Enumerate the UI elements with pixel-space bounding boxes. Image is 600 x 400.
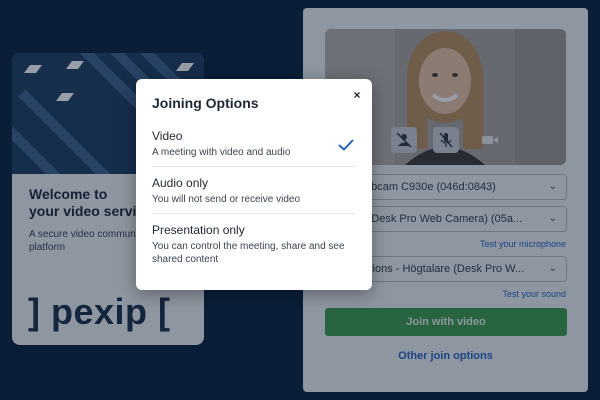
option-title: Presentation only	[152, 223, 245, 237]
option-description: You will not send or receive video	[152, 194, 301, 205]
close-icon: ×	[353, 88, 361, 102]
option-divider	[152, 166, 355, 167]
option-presentation-only[interactable]: Presentation only You can control the me…	[144, 219, 364, 270]
option-audio-only[interactable]: Audio only You will not send or receive …	[144, 172, 364, 210]
option-title: Audio only	[152, 176, 209, 190]
option-description: You can control the meeting, share and s…	[152, 241, 345, 265]
dialog-title: Joining Options	[152, 95, 259, 111]
check-icon	[338, 139, 354, 151]
option-divider	[152, 213, 355, 214]
close-button[interactable]: ×	[349, 87, 365, 103]
option-title: Video	[152, 129, 183, 143]
option-video[interactable]: Video A meeting with video and audio	[144, 125, 364, 163]
joining-options-dialog: Joining Options × Video A meeting with v…	[136, 79, 372, 290]
option-description: A meeting with video and audio	[152, 147, 291, 158]
